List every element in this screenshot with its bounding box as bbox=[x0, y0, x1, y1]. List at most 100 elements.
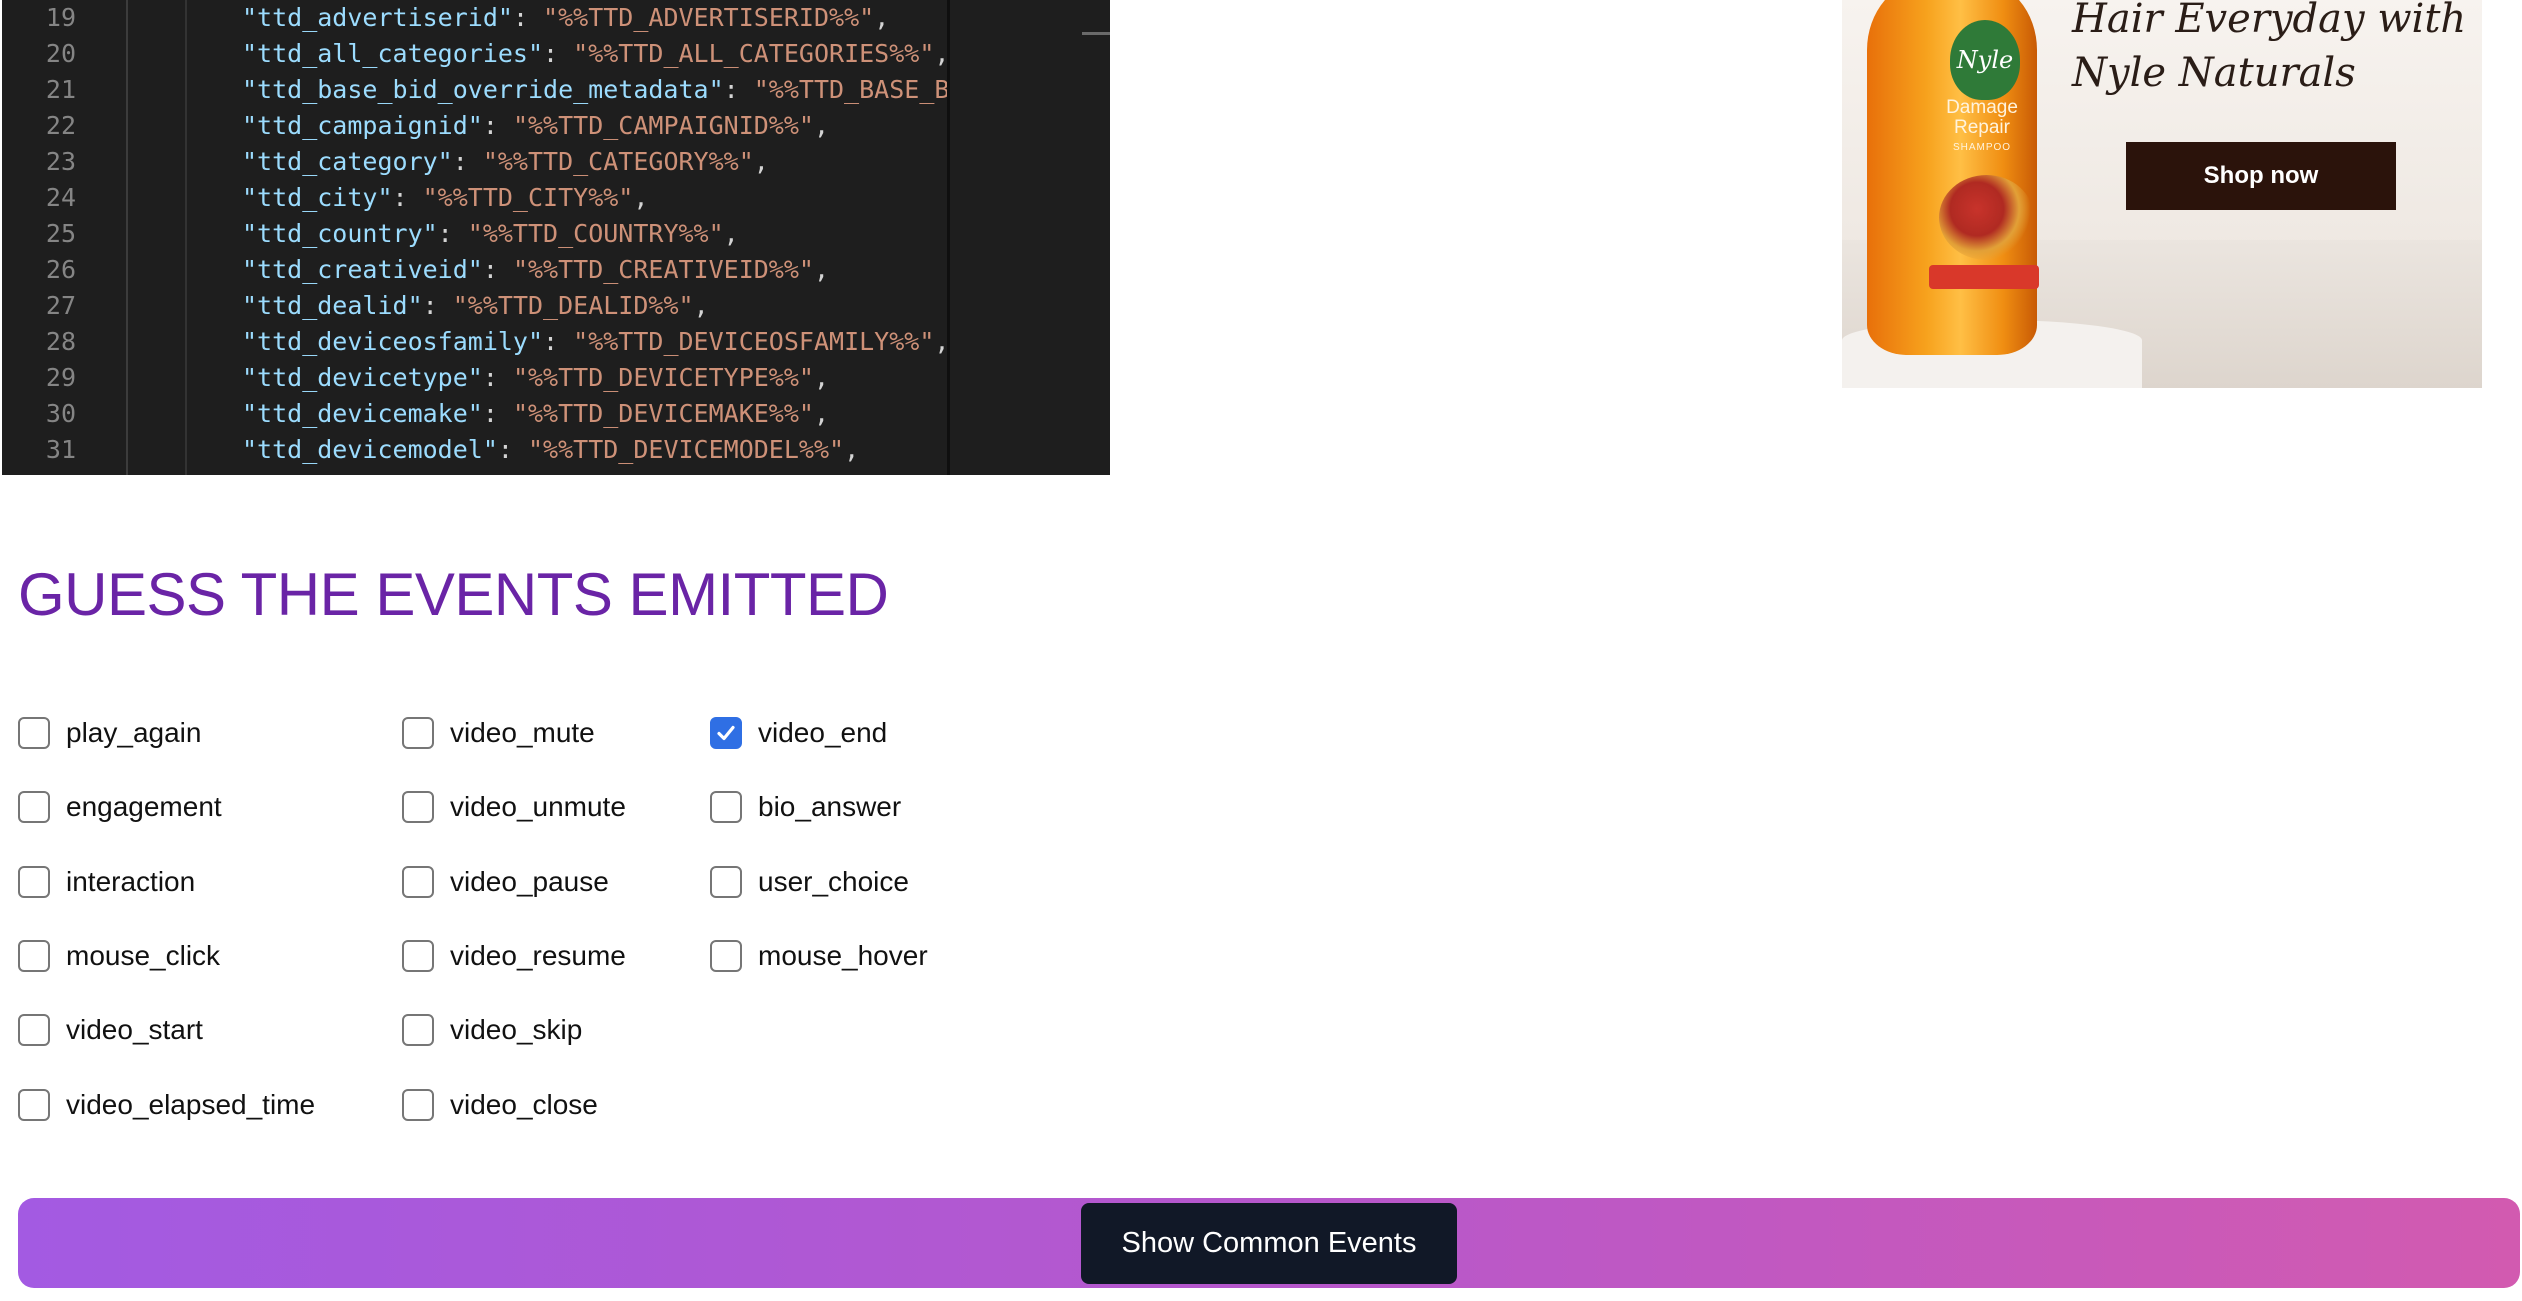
event-option-video-resume[interactable]: video_resume bbox=[402, 936, 626, 976]
json-value: "%%TTD_CATEGORY%%" bbox=[482, 147, 754, 176]
code-line: 22 "ttd_campaignid": "%%TTD_CAMPAIGNID%%"… bbox=[2, 108, 947, 144]
checkbox[interactable] bbox=[710, 866, 742, 898]
bottle-label: Damage Repair bbox=[1946, 97, 2018, 138]
code-text: "ttd_devicemodel": "%%TTD_DEVICEMODEL%%"… bbox=[242, 432, 859, 468]
json-value: "%%TTD_ALL_CATEGORIES%%" bbox=[573, 39, 935, 68]
json-key: "ttd_deviceosfamily" bbox=[242, 327, 544, 356]
code-line: 26 "ttd_creativeid": "%%TTD_CREATIVEID%%"… bbox=[2, 252, 947, 288]
code-line: 23 "ttd_category": "%%TTD_CATEGORY%%", bbox=[2, 144, 947, 180]
json-key: "ttd_campaignid" bbox=[242, 111, 483, 140]
json-comma: , bbox=[723, 219, 739, 248]
event-option-user-choice[interactable]: user_choice bbox=[710, 862, 909, 902]
json-comma: , bbox=[934, 327, 947, 356]
event-option-video-close[interactable]: video_close bbox=[402, 1085, 598, 1125]
code-line: 28 "ttd_deviceosfamily": "%%TTD_DEVICEOSF… bbox=[2, 324, 947, 360]
json-value: "%%TTD_BASE_BID bbox=[753, 75, 947, 104]
event-option-label: mouse_hover bbox=[758, 940, 928, 971]
code-line: 27 "ttd_dealid": "%%TTD_DEALID%%", bbox=[2, 288, 947, 324]
event-option-play-again[interactable]: play_again bbox=[18, 713, 201, 753]
json-value: "%%TTD_ADVERTISERID%%" bbox=[543, 3, 875, 32]
checkbox[interactable] bbox=[18, 1014, 50, 1046]
checkbox[interactable] bbox=[402, 866, 434, 898]
json-separator: : bbox=[422, 291, 453, 320]
event-option-engagement[interactable]: engagement bbox=[18, 787, 222, 827]
json-comma: , bbox=[874, 3, 890, 32]
event-option-label: user_choice bbox=[758, 866, 909, 897]
json-separator: : bbox=[543, 39, 574, 68]
json-separator: : bbox=[497, 435, 528, 464]
code-line: 24 "ttd_city": "%%TTD_CITY%%", bbox=[2, 180, 947, 216]
shampoo-bottle-image: Nyle Damage Repair SHAMPOO bbox=[1867, 0, 2039, 355]
event-option-video-mute[interactable]: video_mute bbox=[402, 713, 595, 753]
code-line: 29 "ttd_devicetype": "%%TTD_DEVICETYPE%%"… bbox=[2, 360, 947, 396]
json-separator: : bbox=[437, 219, 468, 248]
event-option-video-end[interactable]: video_end bbox=[710, 713, 887, 753]
event-option-interaction[interactable]: interaction bbox=[18, 862, 195, 902]
event-option-label: video_pause bbox=[450, 866, 609, 897]
line-number: 28 bbox=[45, 327, 76, 356]
event-option-label: engagement bbox=[66, 791, 222, 822]
json-key: "ttd_devicemake" bbox=[242, 399, 483, 428]
checkbox[interactable] bbox=[402, 940, 434, 972]
json-separator: : bbox=[723, 75, 754, 104]
checkmark-icon bbox=[717, 725, 735, 741]
code-text: "ttd_category": "%%TTD_CATEGORY%%", bbox=[242, 144, 769, 180]
line-number: 24 bbox=[45, 183, 76, 212]
checkbox[interactable] bbox=[402, 1014, 434, 1046]
ad-headline-line-1: Hair Everyday with bbox=[2072, 0, 2467, 42]
checkbox[interactable] bbox=[18, 866, 50, 898]
code-line: 25 "ttd_country": "%%TTD_COUNTRY%%", bbox=[2, 216, 947, 252]
event-option-video-pause[interactable]: video_pause bbox=[402, 862, 609, 902]
json-separator: : bbox=[452, 147, 483, 176]
event-option-label: video_skip bbox=[450, 1014, 583, 1045]
event-option-video-unmute[interactable]: video_unmute bbox=[402, 787, 626, 827]
checkbox[interactable] bbox=[402, 717, 434, 749]
event-option-label: interaction bbox=[66, 866, 196, 897]
json-separator: : bbox=[482, 363, 513, 392]
bottle-sublabel: SHAMPOO bbox=[1952, 142, 2012, 153]
checkbox[interactable] bbox=[402, 1089, 434, 1121]
json-key: "ttd_dealid" bbox=[242, 291, 423, 320]
event-option-mouse-hover[interactable]: mouse_hover bbox=[710, 936, 928, 976]
json-value: "%%TTD_CREATIVEID%%" bbox=[512, 255, 814, 284]
event-option-video-skip[interactable]: video_skip bbox=[402, 1010, 582, 1050]
checkbox[interactable] bbox=[18, 940, 50, 972]
checkbox[interactable] bbox=[18, 717, 50, 749]
ad-banner[interactable]: Nyle Damage Repair SHAMPOO Hair Everyday… bbox=[1842, 0, 2482, 388]
code-editor[interactable]: 19 "ttd_advertiserid": "%%TTD_ADVERTISERI… bbox=[2, 0, 1110, 475]
show-common-events-button[interactable]: Show Common Events bbox=[1081, 1203, 1457, 1284]
bottle-band bbox=[1929, 265, 2039, 289]
checkbox[interactable] bbox=[402, 791, 434, 823]
line-number: 25 bbox=[45, 219, 76, 248]
json-separator: : bbox=[543, 327, 574, 356]
event-option-video-elapsed-time[interactable]: video_elapsed_time bbox=[18, 1085, 315, 1125]
json-key: "ttd_creativeid" bbox=[242, 255, 483, 284]
papaya-hibiscus-graphic bbox=[1939, 175, 2034, 260]
event-option-mouse-click[interactable]: mouse_click bbox=[18, 936, 220, 976]
line-number: 26 bbox=[45, 255, 76, 284]
json-key: "ttd_devicemodel" bbox=[242, 435, 498, 464]
checkbox[interactable] bbox=[710, 940, 742, 972]
json-separator: : bbox=[482, 399, 513, 428]
code-line: 21 "ttd_base_bid_override_metadata": "%%T… bbox=[2, 72, 947, 108]
code-line: 19 "ttd_advertiserid": "%%TTD_ADVERTISERI… bbox=[2, 0, 947, 36]
checkbox[interactable] bbox=[710, 791, 742, 823]
checkbox[interactable] bbox=[18, 1089, 50, 1121]
event-option-label: video_end bbox=[758, 717, 888, 748]
scrollbar-marker[interactable] bbox=[1082, 32, 1110, 35]
line-number: 31 bbox=[45, 435, 76, 464]
json-separator: : bbox=[482, 255, 513, 284]
json-value: "%%TTD_DEVICEOSFAMILY%%" bbox=[573, 327, 935, 356]
checkbox[interactable] bbox=[18, 791, 50, 823]
json-separator: : bbox=[512, 3, 544, 32]
json-separator: : bbox=[482, 111, 513, 140]
checkbox[interactable] bbox=[710, 717, 742, 749]
shop-now-button[interactable]: Shop now bbox=[2126, 142, 2396, 210]
event-option-video-start[interactable]: video_start bbox=[18, 1010, 203, 1050]
event-option-bio-answer[interactable]: bio_answer bbox=[710, 787, 901, 827]
code-text: "ttd_devicemake": "%%TTD_DEVICEMAKE%%", bbox=[242, 396, 829, 432]
editor-ruler bbox=[947, 0, 950, 475]
code-text: "ttd_country": "%%TTD_COUNTRY%%", bbox=[242, 216, 739, 252]
json-separator: : bbox=[392, 183, 423, 212]
json-key: "ttd_country" bbox=[242, 219, 438, 248]
